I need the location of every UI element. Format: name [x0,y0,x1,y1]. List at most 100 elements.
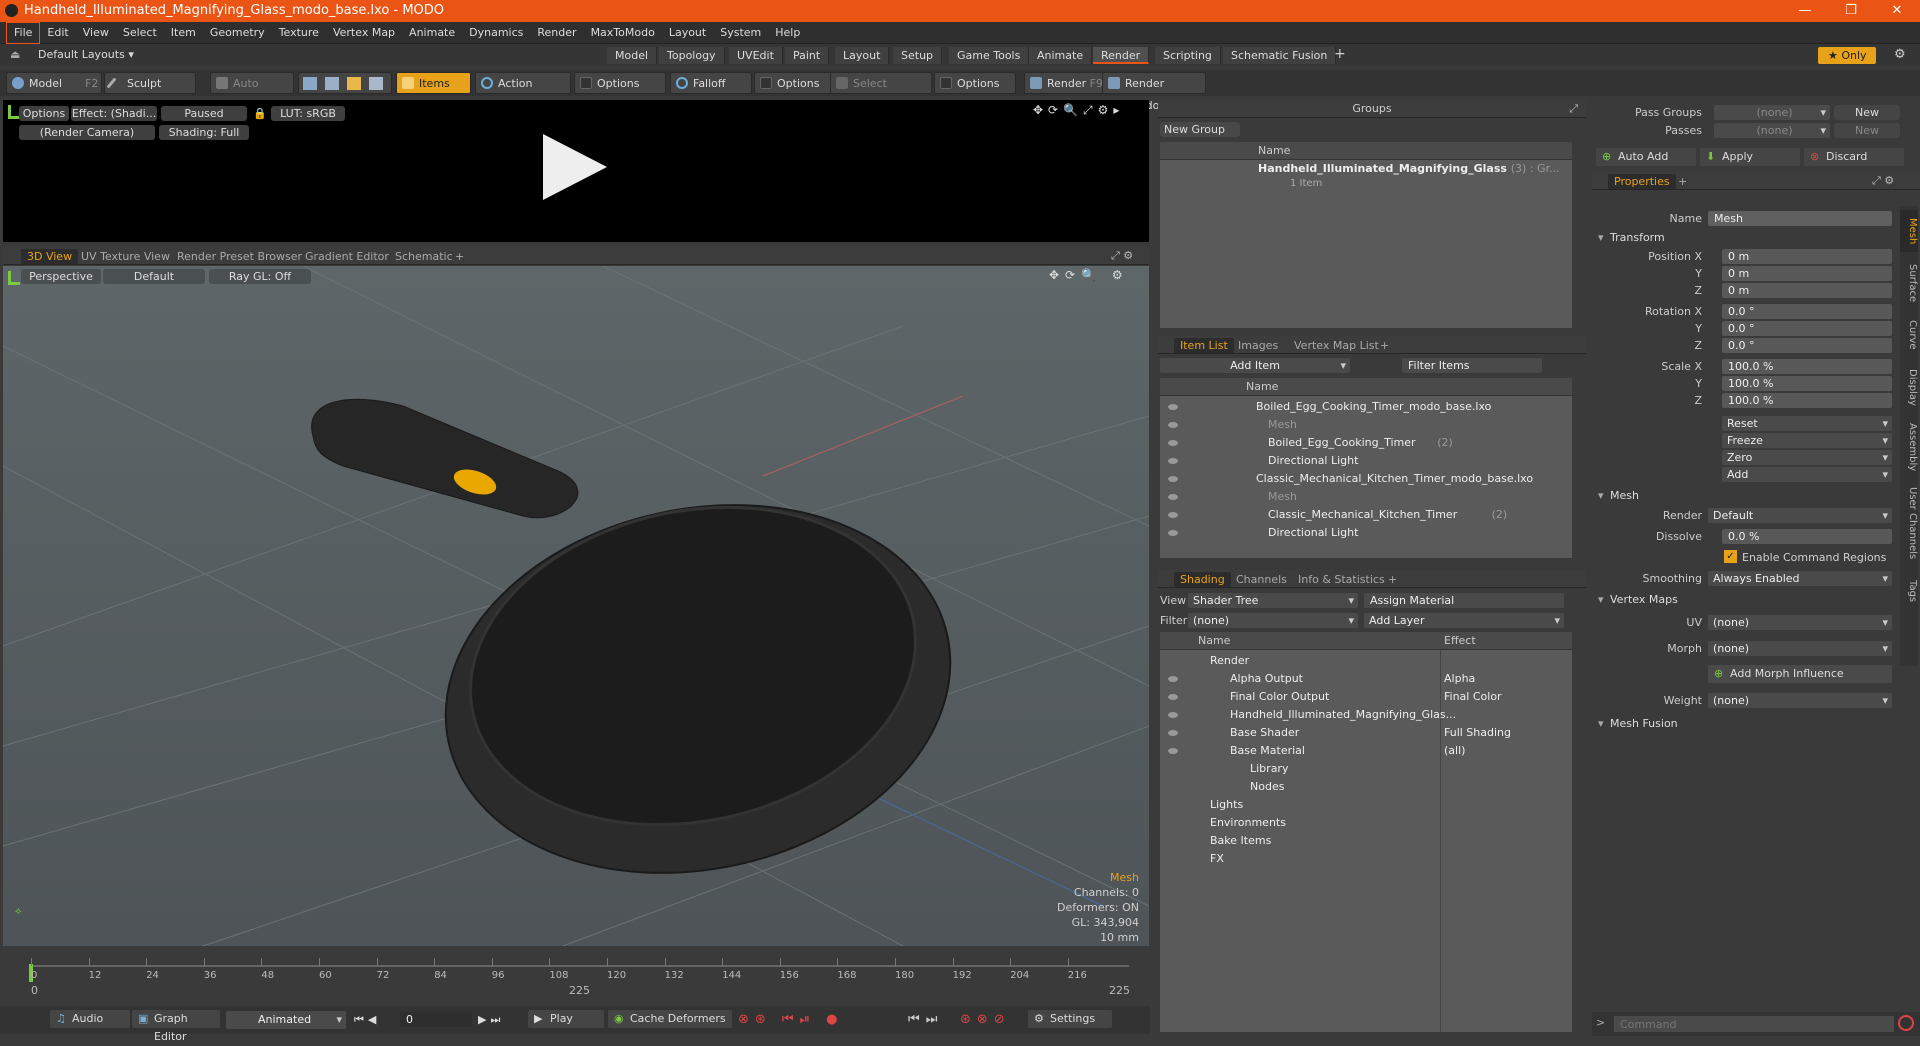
edges-mode-icon[interactable] [325,77,339,90]
render-view-controls[interactable]: ✥⟳🔍⤢⚙▸ [1033,103,1124,118]
add-tab-icon[interactable]: + [1334,46,1346,62]
tab-properties[interactable]: Properties [1608,174,1676,189]
visibility-eye-icon[interactable] [1168,694,1178,700]
add-morph-influence-button[interactable]: ⊕ Add Morph Influence [1708,665,1892,683]
shader-tree-row[interactable]: Final Color Output Final Color [1160,688,1572,706]
play-icon[interactable] [543,134,607,200]
falloff-options-button[interactable]: Options [754,72,834,94]
render-button[interactable]: Render F9 [1024,72,1104,94]
mesh-section[interactable]: Mesh [1592,488,1639,504]
tab-topology[interactable]: Topology [659,47,725,64]
item-list-row[interactable]: Mesh [1160,488,1572,506]
uv-dropdown[interactable]: (none) [1708,615,1892,630]
key-controls[interactable]: ⊗⊛ ⏮⏯ ● [738,1012,844,1027]
visibility-eye-icon[interactable] [1168,440,1178,446]
side-tab[interactable]: Tags [1900,570,1918,612]
enable-command-checkbox[interactable]: ✓ [1724,550,1737,563]
3d-viewport[interactable]: Perspective Default Ray GL: Off ✥⟳🔍 ⚙ Me… [3,266,1149,946]
tab-schematic-fusion[interactable]: Schematic Fusion [1223,47,1337,64]
name-field[interactable]: Mesh [1708,211,1892,226]
cache-deformers-button[interactable]: ◉ Cache Deformers [608,1010,732,1028]
shader-tree-row[interactable]: Base Shader Full Shading [1160,724,1572,742]
item-list-row[interactable]: Classic_Mechanical_Kitchen_Timer (2) [1160,506,1572,524]
scale-y-field[interactable]: 100.0 % [1722,376,1892,391]
lut-dropdown[interactable]: LUT: sRGB [271,106,345,121]
tab-channels[interactable]: Channels [1230,572,1293,587]
item-list-row[interactable]: Mesh [1160,416,1572,434]
visibility-eye-icon[interactable] [1168,676,1178,682]
effect-dropdown[interactable]: Effect: (Shadi... [71,106,157,121]
tab-setup[interactable]: Setup [893,47,943,64]
add-tab-icon[interactable]: + [1672,174,1693,189]
timeline[interactable]: 0 12 24 36 48 60 72 84 96 108 120 132 144 156 168 180 19… [3,950,1149,1000]
pass-groups-dropdown[interactable]: (none) [1714,105,1830,120]
apply-button[interactable]: ⬇ Apply [1700,148,1800,166]
visibility-eye-icon[interactable] [1168,530,1178,536]
shader-tree-row[interactable]: Nodes [1160,778,1572,796]
shader-tree-dropdown[interactable]: Shader Tree [1188,593,1358,608]
item-list-row[interactable]: Directional Light [1160,452,1572,470]
select-through-button[interactable]: Select Through [830,72,932,112]
group-item[interactable]: Handheld_Illuminated_Magnifying_Glass (3… [1258,162,1560,175]
zero-dropdown[interactable]: Zero [1722,450,1892,465]
menu-view[interactable]: View [76,22,116,44]
add-layer-dropdown[interactable]: Add Layer [1364,613,1564,628]
side-tab[interactable]: Mesh [1900,210,1918,252]
item-list-row[interactable]: Boiled_Egg_Cooking_Timer_modo_base.lxo [1160,398,1572,416]
only-toggle[interactable]: ★ Only [1818,47,1876,64]
shader-tree-row[interactable]: Bake Items [1160,832,1572,850]
shader-tree-row[interactable]: Alpha Output Alpha [1160,670,1572,688]
shader-tree-row[interactable]: Base Material (all) [1160,742,1572,760]
vertex-maps-section[interactable]: Vertex Maps [1592,592,1678,608]
menu-maxtomodo[interactable]: MaxToModo [584,22,662,44]
tab-gradient-editor[interactable]: Gradient Editor [299,249,395,264]
side-tab[interactable]: User Channels [1900,482,1918,564]
key-nav-controls[interactable]: ⏮⏭ [908,1012,943,1027]
rotation-x-field[interactable]: 0.0 ° [1722,304,1892,319]
side-tab[interactable]: Assembly [1900,418,1918,476]
visibility-eye-icon[interactable] [1168,422,1178,428]
visibility-eye-icon[interactable] [1168,458,1178,464]
maximize-icon[interactable]: ❐ [1828,0,1874,22]
item-list-row[interactable]: Classic_Mechanical_Kitchen_Timer_modo_ba… [1160,470,1572,488]
menu-animate[interactable]: Animate [402,22,462,44]
tab-shading[interactable]: Shading [1174,572,1231,587]
reset-dropdown[interactable]: Reset [1722,416,1892,431]
render-preview[interactable]: Options Effect: (Shadi... Paused 🔒 LUT: … [3,100,1149,242]
weight-dropdown[interactable]: (none) [1708,693,1892,708]
command-input[interactable] [1614,1016,1894,1032]
auto-key-controls[interactable]: ⊛⊗⊘ [960,1012,1011,1027]
tab-render-preset-browser[interactable]: Render Preset Browser [171,249,308,264]
add-view-tab-icon[interactable]: + [449,249,470,264]
shading-dropdown[interactable]: Shading: Full [159,125,249,140]
dissolve-field[interactable]: 0.0 % [1722,529,1892,544]
menu-render[interactable]: Render [530,22,583,44]
frame-field[interactable]: 0 [400,1012,472,1027]
menu-help[interactable]: Help [768,22,807,44]
paused-button[interactable]: Paused [161,106,247,121]
filter-items-input[interactable]: Filter Items [1402,358,1542,373]
tab-paint[interactable]: Paint [785,47,830,64]
transport-back-controls[interactable]: ⏮◀ [354,1013,380,1027]
scale-z-field[interactable]: 100.0 % [1722,393,1892,408]
tab-animate[interactable]: Animate [1029,47,1093,64]
shader-tree-row[interactable]: Handheld_Illuminated_Magnifying_Glas... [1160,706,1572,724]
tab-scripting[interactable]: Scripting [1155,47,1221,64]
play-button[interactable]: ▶ Play [528,1010,604,1028]
menu-geometry[interactable]: Geometry [203,22,272,44]
menu-system[interactable]: System [713,22,768,44]
passes-dropdown[interactable]: (none) [1714,123,1830,138]
menu-dynamics[interactable]: Dynamics [462,22,530,44]
shader-tree-row[interactable]: Render [1160,652,1572,670]
tab-render[interactable]: Render [1093,47,1150,64]
tab-layout[interactable]: Layout [835,47,890,64]
items-mode-button[interactable]: Items [396,72,471,94]
action-center-button[interactable]: Action Center [475,72,571,112]
expand-icon[interactable]: ⤢ ⚙ [1872,174,1894,188]
tab-images[interactable]: Images [1232,338,1284,353]
shader-item-effect[interactable]: (all) [1444,742,1465,760]
expand-icon[interactable]: ⤢ ⚙ [1111,249,1133,263]
morph-dropdown[interactable]: (none) [1708,641,1892,656]
close-icon[interactable]: ✕ [1874,0,1920,22]
menu-texture[interactable]: Texture [272,22,326,44]
